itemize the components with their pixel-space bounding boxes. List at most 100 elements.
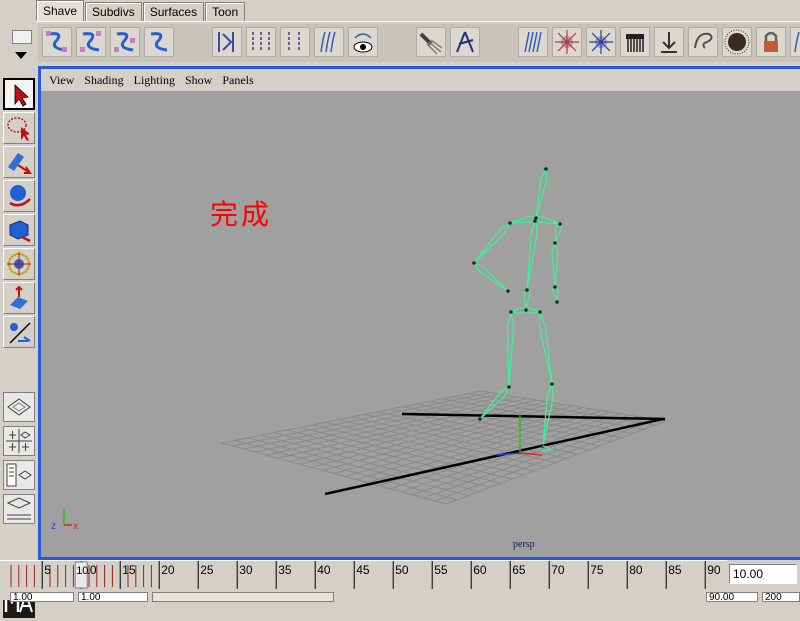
lock-icon[interactable] <box>756 27 786 57</box>
tick-label-55: 55 <box>434 563 448 577</box>
bone <box>551 240 559 288</box>
tick-label-50: 50 <box>395 563 409 577</box>
range-slider-bar[interactable] <box>152 592 334 602</box>
hair-eye-icon[interactable] <box>348 27 378 57</box>
menu-view[interactable]: View <box>49 73 74 88</box>
lasso-tool[interactable] <box>3 112 35 144</box>
tick-label-65: 65 <box>512 563 526 577</box>
menu-panels[interactable]: Panels <box>222 73 253 88</box>
joint-head <box>544 167 548 171</box>
down-arrow-icon[interactable] <box>654 27 684 57</box>
viewport-menu-bar: View Shading Lighting Show Panels <box>41 69 800 91</box>
range-slider: 1.00 1.00 90.00 200 <box>0 591 800 603</box>
sparkle-ball-icon-1[interactable] <box>552 27 582 57</box>
bone <box>472 261 509 292</box>
hair-strands-icon-2[interactable] <box>518 27 548 57</box>
shave-curve-icon-1[interactable] <box>42 27 72 57</box>
joint-pelvis <box>524 308 528 312</box>
bone <box>551 286 560 303</box>
select-tool[interactable] <box>3 78 35 110</box>
hair-comb-icon-1[interactable] <box>212 27 242 57</box>
tick-label-70: 70 <box>551 563 565 577</box>
four-pane-layout-button[interactable] <box>3 426 35 456</box>
sparkle-ball-icon-2[interactable] <box>586 27 616 57</box>
tab-surfaces[interactable]: Surfaces <box>142 2 205 22</box>
tick-label-40: 40 <box>317 563 331 577</box>
bone <box>534 215 561 225</box>
hair-grid-icon-1[interactable] <box>246 27 276 57</box>
bone <box>525 306 543 315</box>
tab-toon[interactable]: Toon <box>205 2 246 22</box>
annotation-text: 完成 <box>210 198 273 231</box>
bone <box>526 217 538 291</box>
camera-name-label: persp <box>513 539 535 550</box>
cut-scissors-icon[interactable] <box>450 27 480 57</box>
view-axis-indicator: x z <box>46 505 86 538</box>
last-tool[interactable] <box>3 316 35 348</box>
bone <box>509 215 538 224</box>
x-axis-label: x <box>73 521 78 532</box>
shelf-menu-button[interactable] <box>10 26 34 64</box>
shave-curve-icon-3[interactable] <box>110 27 140 57</box>
hair-strands-icon[interactable] <box>314 27 344 57</box>
tick-label-45: 45 <box>356 563 370 577</box>
shelf <box>38 24 800 62</box>
paint-select-tool[interactable] <box>3 146 35 178</box>
menu-shading[interactable]: Shading <box>84 73 123 88</box>
current-time-field[interactable]: 10.00 <box>729 564 797 584</box>
shave-curve-icon-2[interactable] <box>76 27 106 57</box>
tick-label-80: 80 <box>629 563 643 577</box>
joint-lel <box>472 261 476 265</box>
comb-icon[interactable] <box>620 27 650 57</box>
graph-layout-button[interactable] <box>3 494 35 524</box>
tab-subdivs[interactable]: Subdivs <box>85 2 142 22</box>
manipulator-tool[interactable] <box>3 282 35 314</box>
viewport-canvas[interactable]: 完成 persp <box>41 91 800 557</box>
joint-lwr <box>506 289 510 293</box>
joint-kneeR <box>550 382 554 386</box>
grid-line <box>412 416 639 496</box>
rotate-tool[interactable] <box>3 214 35 246</box>
current-frame-label: 10 <box>76 565 88 577</box>
tick-label-60: 60 <box>473 563 487 577</box>
bone <box>473 221 512 264</box>
joint-lsh <box>508 221 512 225</box>
tick-label-20: 20 <box>161 563 175 577</box>
end-time-field[interactable]: 200 <box>762 592 800 603</box>
spiral-icon[interactable] <box>688 27 718 57</box>
playback-end-field[interactable]: 90.00 <box>706 592 758 603</box>
joint-rel <box>553 241 557 245</box>
joint-spine <box>525 288 529 292</box>
bone <box>535 166 548 219</box>
toolbox <box>0 62 38 618</box>
joint-chest <box>533 219 537 223</box>
start-time-field[interactable]: 1.00 <box>10 592 74 603</box>
perspective-viewport: View Shading Lighting Show Panels 完成 per… <box>38 66 800 560</box>
brush-icon[interactable] <box>416 27 446 57</box>
chevron-down-icon <box>15 52 27 59</box>
tick-label-30: 30 <box>239 563 253 577</box>
menu-lighting[interactable]: Lighting <box>134 73 175 88</box>
hair-grid-icon-2[interactable] <box>280 27 310 57</box>
hair-extra-icon[interactable] <box>790 27 800 57</box>
fuzz-ball-icon[interactable] <box>722 27 752 57</box>
tick-label-35: 35 <box>278 563 292 577</box>
outliner-layout-button[interactable] <box>3 460 35 490</box>
scene-svg <box>221 166 667 505</box>
ground-grid <box>221 390 667 505</box>
shelf-divider <box>36 21 800 22</box>
tick-label-75: 75 <box>590 563 604 577</box>
scale-tool[interactable] <box>3 248 35 280</box>
tab-shave[interactable]: Shave <box>36 0 85 22</box>
single-pane-layout-button[interactable] <box>3 392 35 422</box>
world-axis-gizmo <box>496 413 543 456</box>
menu-show[interactable]: Show <box>185 73 212 88</box>
move-tool[interactable] <box>3 180 35 212</box>
playback-start-field[interactable]: 1.00 <box>78 592 148 603</box>
joint-rwr <box>553 285 557 289</box>
time-slider[interactable]: 5 10 15 20 25 30 35 40 45 50 55 60 65 70 75 80 85 90 10 <box>0 560 727 591</box>
bone <box>554 222 563 244</box>
joint-kneeL <box>507 385 511 389</box>
bone <box>510 306 527 315</box>
shave-curve-icon-4[interactable] <box>144 27 174 57</box>
